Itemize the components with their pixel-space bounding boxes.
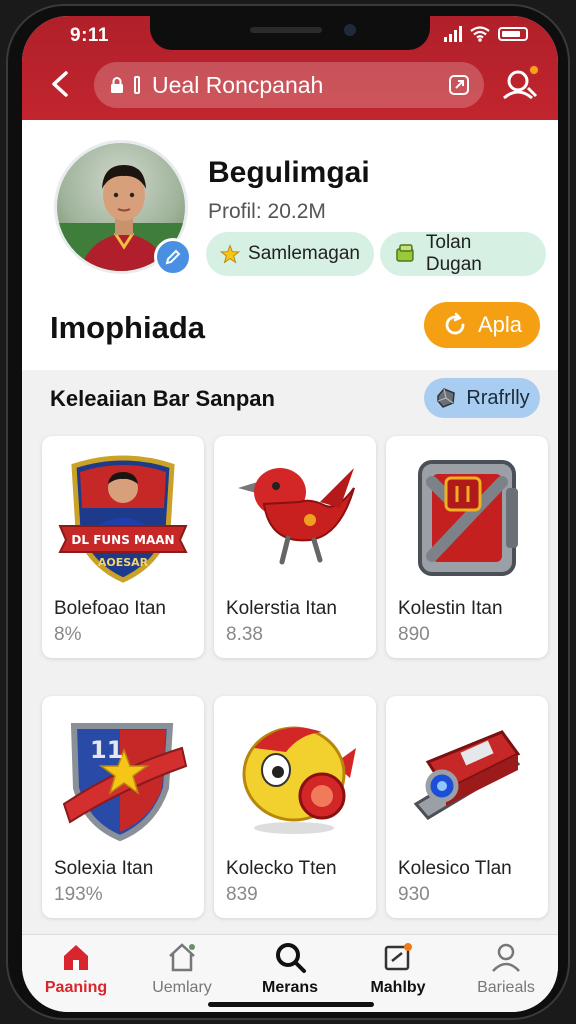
item-card[interactable]: Kolestin Itan 890 xyxy=(386,436,548,658)
nav-item-merans[interactable]: Merans xyxy=(240,939,340,997)
top-header: 9:11 Ueal Roncpanah xyxy=(22,16,558,120)
filter-button[interactable]: Rrafrlly xyxy=(424,378,540,418)
bottom-nav: Paaning Uemlary Merans Mahlby Barieals xyxy=(22,934,558,1012)
refresh-icon xyxy=(445,312,465,335)
speaker xyxy=(250,27,322,33)
team-badge-icon: DL FUNS MAAN AOESAR xyxy=(58,448,188,584)
item-value: 8% xyxy=(54,624,82,645)
item-value: 930 xyxy=(398,884,430,905)
phone-frame: 9:11 Ueal Roncpanah Begulimgai Profil: 2… xyxy=(6,4,570,1020)
nav-label: Uemlary xyxy=(152,979,212,996)
tab-indicator-icon xyxy=(134,76,140,94)
share-icon[interactable] xyxy=(448,74,470,96)
item-card[interactable]: Kolesico Tlan 930 xyxy=(386,696,548,918)
nav-item-mahlby[interactable]: Mahlby xyxy=(348,939,448,997)
chip-label: Tolan Dugan xyxy=(425,232,482,275)
note-icon xyxy=(384,943,412,971)
item-name: Kolestin Itan xyxy=(398,598,503,619)
chip-label: Samlemagan xyxy=(248,243,360,264)
item-card[interactable]: Kolerstia Itan 8.38 xyxy=(214,436,376,658)
badge-banner-text: DL FUNS MAAN xyxy=(71,533,174,547)
account-alert-button[interactable] xyxy=(498,62,542,106)
home-icon xyxy=(64,945,88,970)
item-name: Solexia Itan xyxy=(54,858,154,879)
item-name: Kolecko Tten xyxy=(226,858,337,879)
nav-label: Paaning xyxy=(44,979,108,996)
pencil-icon xyxy=(165,249,181,265)
chevron-left-icon xyxy=(52,71,68,97)
item-card[interactable]: Kolecko Tten 839 xyxy=(214,696,376,918)
star-icon xyxy=(220,244,241,264)
apply-button[interactable]: Apla xyxy=(424,302,540,348)
item-value: 193% xyxy=(54,884,103,905)
edit-avatar-button[interactable] xyxy=(154,238,192,276)
item-card[interactable]: 11 Solexia Itan 193% xyxy=(42,696,204,918)
nav-item-uemlary[interactable]: Uemlary xyxy=(132,939,232,997)
gem-icon xyxy=(437,388,456,408)
nav-label: Merans xyxy=(261,979,319,996)
item-value: 839 xyxy=(226,884,258,905)
wifi-icon xyxy=(470,26,490,42)
nav-label: Barieals xyxy=(477,979,535,996)
badge-sub-text: AOESAR xyxy=(98,556,149,569)
item-name: Kolesico Tlan xyxy=(398,858,512,879)
app-screen: 9:11 Ueal Roncpanah Begulimgai Profil: 2… xyxy=(22,16,558,1012)
filter-label: Rrafrlly xyxy=(466,386,530,409)
profile-name: Begulimgai xyxy=(208,156,370,189)
chip-samlemagan[interactable]: Samlemagan xyxy=(206,232,374,276)
chip-tolan-dugan[interactable]: Tolan Dugan xyxy=(380,232,546,276)
search-icon xyxy=(276,943,306,973)
url-text: Ueal Roncpanah xyxy=(152,71,324,98)
profile-stat: Profil: 20.2M xyxy=(208,200,326,223)
battery-icon xyxy=(498,27,528,41)
lock-icon xyxy=(111,77,123,93)
notch xyxy=(150,16,430,50)
section-title: Imophiada xyxy=(50,310,206,345)
camera xyxy=(344,24,356,36)
collection-title: Keleaiian Bar Sanpan xyxy=(50,386,275,411)
item-value: 8.38 xyxy=(226,624,263,645)
nav-item-barieals[interactable]: Barieals xyxy=(456,939,556,997)
profile-icon xyxy=(492,943,520,972)
status-icons xyxy=(444,26,528,42)
ticket-icon xyxy=(396,244,414,262)
item-value: 890 xyxy=(398,624,430,645)
notification-dot xyxy=(528,64,540,76)
red-device-icon xyxy=(402,708,532,844)
item-name: Bolefoao Itan xyxy=(54,598,166,619)
url-bar[interactable]: Ueal Roncpanah xyxy=(94,62,484,108)
yellow-pod-icon xyxy=(230,708,360,844)
status-time: 9:11 xyxy=(70,25,109,46)
profile-card: Begulimgai Profil: 20.2M Samlemagan Tola… xyxy=(22,120,558,370)
red-bird-icon xyxy=(230,448,360,584)
home-indicator xyxy=(208,1002,374,1007)
armored-chest-icon xyxy=(402,448,532,584)
item-name: Kolerstia Itan xyxy=(226,598,337,619)
nav-item-paaning[interactable]: Paaning xyxy=(26,939,126,997)
back-button[interactable] xyxy=(42,66,78,102)
shield-star-icon: 11 xyxy=(58,708,188,844)
svg-text:11: 11 xyxy=(90,736,123,764)
nav-label: Mahlby xyxy=(370,979,426,996)
house-outline-icon xyxy=(169,943,195,972)
signal-icon xyxy=(444,26,462,42)
apply-label: Apla xyxy=(477,312,523,337)
item-card[interactable]: DL FUNS MAAN AOESAR Bolefoao Itan 8% xyxy=(42,436,204,658)
